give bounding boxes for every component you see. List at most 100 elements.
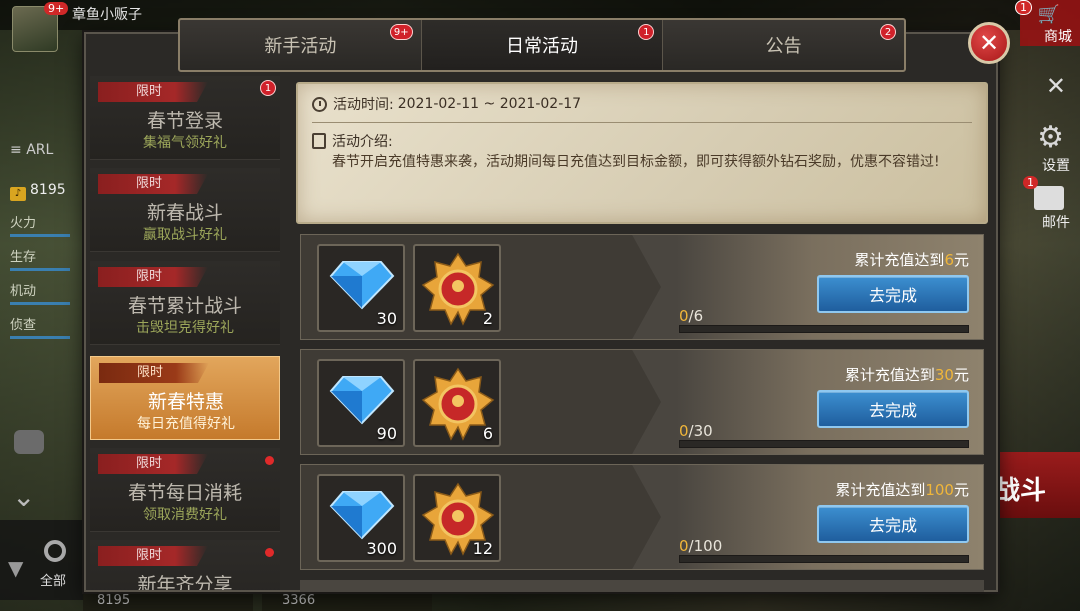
diamond-slot[interactable]: 30 bbox=[317, 244, 405, 332]
tab-badge: 1 bbox=[638, 24, 655, 40]
goal-label: 累计充值达到30元 bbox=[844, 366, 969, 384]
sidebar-item-cumulative-battle[interactable]: 限时 春节累计战斗 击毁坦克得好礼 bbox=[90, 261, 280, 345]
stat-survival: 生存 bbox=[10, 246, 70, 271]
clock-icon bbox=[312, 96, 327, 112]
progress-bar bbox=[679, 325, 969, 333]
intro-text: 春节开启充值特惠来袭，活动期间每日充值达到目标金额，即可获得额外钻石奖励，优惠不… bbox=[332, 154, 940, 170]
activity-sidebar[interactable]: 限时 1 春节登录 集福气领好礼 限时 新春战斗 赢取战斗好礼 限时 春节累计战… bbox=[86, 72, 286, 590]
rank-text: ≡ ARL bbox=[10, 142, 54, 158]
go-complete-button[interactable]: 去完成 bbox=[817, 505, 969, 543]
sidebar-item-subtitle: 集福气领好礼 bbox=[143, 135, 227, 151]
sidebar-notification-dot bbox=[265, 548, 274, 557]
medal-slot[interactable]: 12 bbox=[413, 474, 501, 562]
filter-icon[interactable]: ▼ bbox=[8, 556, 23, 580]
sidebar-badge: 1 bbox=[260, 80, 276, 96]
diamond-icon bbox=[329, 261, 395, 310]
sidebar-item-daily-spend[interactable]: 限时 春节每日消耗 领取消费好礼 bbox=[90, 448, 280, 532]
diamond-icon bbox=[329, 376, 395, 425]
activity-tabs: 新手活动 9+ 日常活动 1 公告 2 bbox=[178, 18, 906, 72]
diamond-count: 300 bbox=[366, 539, 397, 558]
limited-tag: 限时 bbox=[98, 174, 208, 194]
diamond-count: 90 bbox=[376, 424, 397, 443]
sidebar-item-spring-sale[interactable]: 限时 新春特惠 每日充值得好礼 bbox=[90, 356, 280, 440]
sidebar-item-title: 新年齐分享 bbox=[137, 574, 233, 590]
sidebar-notification-dot bbox=[265, 456, 274, 465]
tab-label: 新手活动 bbox=[264, 36, 337, 57]
tab-announcement[interactable]: 公告 2 bbox=[663, 20, 904, 70]
sidebar-item-spring-login[interactable]: 限时 1 春节登录 集福气领好礼 bbox=[90, 76, 280, 160]
stat-scouting: 侦查 bbox=[10, 314, 70, 339]
chat-icon[interactable] bbox=[14, 430, 44, 454]
sidebar-item-subtitle: 领取消费好礼 bbox=[143, 507, 227, 523]
close-dialog-button[interactable]: ✕ bbox=[968, 22, 1010, 64]
tab-daily-activity[interactable]: 日常活动 1 bbox=[421, 20, 664, 70]
sidebar-item-title: 春节累计战斗 bbox=[127, 295, 242, 317]
bottom-gold-1: 8195 bbox=[83, 590, 253, 611]
reward-row-peek bbox=[300, 580, 984, 592]
document-icon bbox=[312, 133, 326, 149]
tab-label: 公告 bbox=[765, 36, 802, 57]
reward-row: 90 6 累计充值达到30元 去完成 0/30 bbox=[300, 349, 984, 455]
progress-label: 0/6 bbox=[679, 307, 704, 325]
mail-label: 邮件 bbox=[1042, 215, 1070, 231]
activity-info-panel: 活动时间: 2021-02-11 ~ 2021-02-17 活动介绍: 春节开启… bbox=[296, 82, 988, 224]
sidebar-item-title: 新春战斗 bbox=[146, 202, 223, 224]
medal-slot[interactable]: 6 bbox=[413, 359, 501, 447]
goal-label: 累计充值达到100元 bbox=[835, 481, 969, 499]
time-label: 活动时间: bbox=[333, 97, 394, 113]
shop-badge: 1 bbox=[1015, 0, 1032, 15]
diamond-slot[interactable]: 90 bbox=[317, 359, 405, 447]
progress-label: 0/30 bbox=[679, 422, 713, 440]
sidebar-item-spring-battle[interactable]: 限时 新春战斗 赢取战斗好礼 bbox=[90, 168, 280, 252]
go-complete-button[interactable]: 去完成 bbox=[817, 390, 969, 428]
settings-label: 设置 bbox=[1042, 158, 1070, 174]
sidebar-item-title: 新春特惠 bbox=[147, 391, 224, 413]
reward-row: 300 12 累计充值达到100元 去完成 0/100 bbox=[300, 464, 984, 570]
sidebar-item-new-year-share[interactable]: 限时 新年齐分享 bbox=[90, 540, 280, 590]
diamond-slot[interactable]: 300 bbox=[317, 474, 405, 562]
cart-icon: 🛒 bbox=[1037, 4, 1060, 25]
all-filter-label: 全部 bbox=[40, 574, 67, 589]
sidebar-item-subtitle: 每日充值得好礼 bbox=[137, 416, 235, 432]
chevron-down-icon[interactable]: ⌄ bbox=[12, 480, 35, 513]
player-name: 章鱼小贩子 bbox=[72, 7, 142, 23]
info-divider bbox=[312, 122, 972, 123]
medal-slot[interactable]: 2 bbox=[413, 244, 501, 332]
sidebar-item-title: 春节登录 bbox=[146, 110, 223, 132]
medal-count: 6 bbox=[482, 424, 493, 443]
limited-tag: 限时 bbox=[98, 546, 208, 566]
sidebar-item-subtitle: 击毁坦克得好礼 bbox=[136, 320, 234, 336]
gear-icon[interactable]: ⚙ bbox=[1037, 120, 1064, 155]
activity-time: 活动时间: 2021-02-11 ~ 2021-02-17 bbox=[312, 94, 972, 114]
diamond-icon bbox=[329, 491, 395, 540]
goal-label: 累计充值达到6元 bbox=[854, 251, 969, 269]
progress-bar bbox=[679, 555, 969, 563]
gold-icon: ♪ bbox=[10, 187, 26, 201]
bottom-gold-2: 3366 bbox=[262, 590, 432, 611]
avatar-badge: 9+ bbox=[44, 2, 69, 15]
reward-row: 30 2 累计充值达到6元 去完成 0/6 bbox=[300, 234, 984, 340]
tab-badge: 2 bbox=[880, 24, 897, 40]
limited-tag: 限时 bbox=[98, 267, 208, 287]
stat-mobility: 机动 bbox=[10, 280, 70, 305]
medal-count: 12 bbox=[472, 539, 493, 558]
sidebar-item-subtitle: 赢取战斗好礼 bbox=[143, 227, 227, 243]
mail-icon[interactable] bbox=[1034, 186, 1064, 210]
tab-label: 日常活动 bbox=[506, 36, 578, 57]
medal-count: 2 bbox=[482, 309, 493, 328]
progress-label: 0/100 bbox=[679, 537, 723, 555]
close-icon: ✕ bbox=[978, 29, 1000, 57]
all-filter-icon[interactable] bbox=[44, 540, 66, 562]
limited-tag: 限时 bbox=[98, 454, 208, 474]
sidebar-item-title: 春节每日消耗 bbox=[127, 482, 242, 504]
close-x-icon[interactable]: ✕ bbox=[1046, 72, 1066, 100]
intro-label: 活动介绍: bbox=[332, 134, 393, 150]
battle-label: 战斗 bbox=[993, 476, 1046, 506]
gold-counter: ♪ 8195 bbox=[10, 182, 66, 201]
shop-label: 商城 bbox=[1044, 29, 1072, 45]
activity-intro-header: 活动介绍: bbox=[312, 131, 972, 151]
tab-newbie-activity[interactable]: 新手活动 9+ bbox=[180, 20, 422, 70]
go-complete-button[interactable]: 去完成 bbox=[817, 275, 969, 313]
diamond-count: 30 bbox=[376, 309, 397, 328]
limited-tag: 限时 bbox=[98, 82, 208, 102]
